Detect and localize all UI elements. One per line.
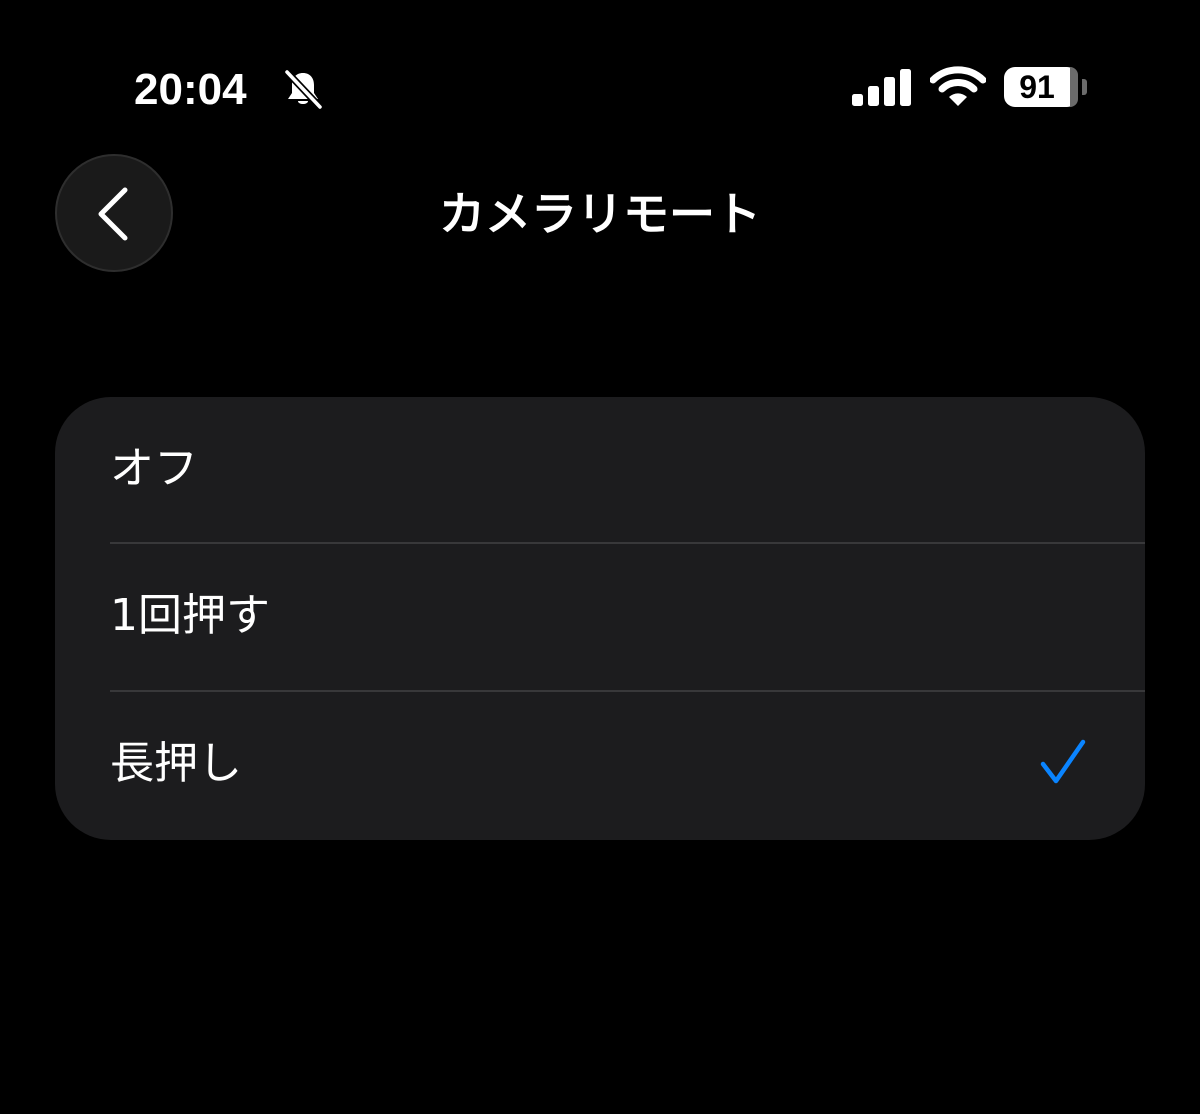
page-title: カメラリモート [439,187,761,241]
option-label: 1回押す [110,590,270,641]
option-long-press[interactable]: 長押し [55,692,1145,838]
option-off[interactable]: オフ [55,397,1145,543]
cellular-signal-icon [852,69,911,106]
option-label: オフ [110,443,198,494]
options-list: オフ 1回押す 長押し [55,397,1145,840]
battery-empty-segment [1070,67,1078,107]
status-time: 20:04 [134,65,247,114]
option-single-press[interactable]: 1回押す [55,544,1145,690]
bell-slash-icon [283,68,324,110]
battery-nub [1082,79,1087,95]
battery-icon: 91 [1004,67,1078,107]
option-label: 長押し [110,738,242,789]
battery-level: 91 [1019,69,1055,105]
wifi-icon [930,66,986,106]
checkmark-icon [1040,739,1086,784]
